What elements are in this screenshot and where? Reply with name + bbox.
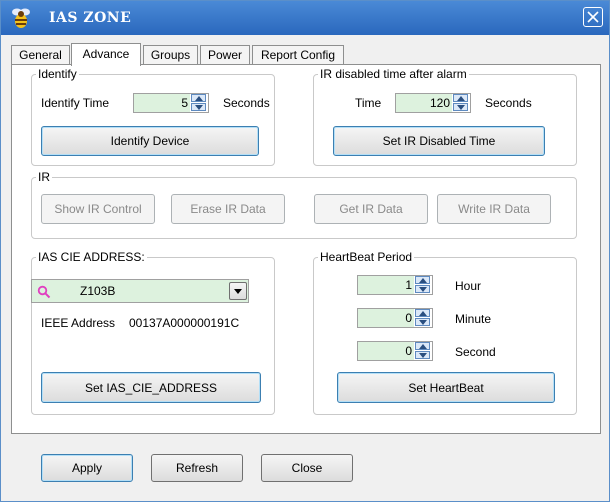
combobox-dropdown-button[interactable]: [229, 282, 247, 300]
chevron-down-icon: [419, 353, 427, 358]
ias-cie-address-legend: IAS CIE ADDRESS:: [36, 250, 147, 264]
chevron-up-icon: [419, 344, 427, 349]
ias-cie-address-value: Z103B: [80, 284, 116, 298]
chevron-up-icon: [419, 311, 427, 316]
tab-groups[interactable]: Groups: [143, 45, 198, 65]
spin-up-arrow[interactable]: [415, 309, 430, 317]
spin-up-arrow[interactable]: [415, 276, 430, 284]
tab-general[interactable]: General: [11, 45, 70, 65]
chevron-down-icon: [419, 287, 427, 292]
heartbeat-minute-label: Minute: [455, 312, 492, 326]
ieee-address-label: IEEE Address: [41, 316, 116, 330]
window: IAS ZONE General Advance Groups Power Re…: [0, 0, 610, 502]
heartbeat-second-value[interactable]: 0: [358, 342, 414, 360]
spin-down-arrow[interactable]: [415, 351, 430, 359]
ir-disabled-time-value[interactable]: 120: [396, 94, 452, 112]
show-ir-control-button[interactable]: Show IR Control: [41, 194, 155, 224]
erase-ir-data-button[interactable]: Erase IR Data: [171, 194, 285, 224]
heartbeat-hour-label: Hour: [455, 279, 482, 293]
close-icon: [587, 11, 599, 23]
heartbeat-period-legend: HeartBeat Period: [318, 250, 415, 264]
window-title: IAS ZONE: [49, 10, 132, 26]
heartbeat-minute-spinner[interactable]: 0: [357, 308, 433, 328]
ir-disabled-units-label: Seconds: [485, 96, 532, 110]
tab-power[interactable]: Power: [200, 45, 250, 65]
bee-icon: [9, 6, 33, 30]
spin-down-arrow[interactable]: [415, 285, 430, 293]
spin-down-arrow[interactable]: [191, 103, 206, 111]
heartbeat-hour-spinner[interactable]: 1: [357, 275, 433, 295]
ieee-address-value: 00137A000000191C: [129, 316, 240, 330]
chevron-up-icon: [419, 278, 427, 283]
ir-disabled-time-spinner[interactable]: 120: [395, 93, 471, 113]
spin-down-arrow[interactable]: [415, 318, 430, 326]
write-ir-data-button[interactable]: Write IR Data: [437, 194, 551, 224]
tab-advance[interactable]: Advance: [71, 43, 141, 66]
identify-time-value[interactable]: 5: [134, 94, 190, 112]
close-dialog-button[interactable]: Close: [261, 454, 353, 482]
refresh-button[interactable]: Refresh: [151, 454, 243, 482]
set-ias-cie-address-button[interactable]: Set IAS_CIE_ADDRESS: [41, 372, 261, 403]
ir-disabled-time-label: Time: [355, 96, 382, 110]
chevron-up-icon: [457, 96, 465, 101]
identify-legend: Identify: [36, 67, 79, 81]
chevron-down-icon: [419, 320, 427, 325]
identify-device-button[interactable]: Identify Device: [41, 126, 259, 156]
identify-time-spinner[interactable]: 5: [133, 93, 209, 113]
chevron-down-icon: [234, 289, 242, 294]
title-bar: IAS ZONE: [1, 1, 609, 35]
apply-button[interactable]: Apply: [41, 454, 133, 482]
heartbeat-second-label: Second: [455, 345, 496, 359]
set-heartbeat-button[interactable]: Set HeartBeat: [337, 372, 555, 403]
identify-time-label: Identify Time: [41, 96, 110, 110]
ir-disabled-legend: IR disabled time after alarm: [318, 67, 469, 81]
spin-down-arrow[interactable]: [453, 103, 468, 111]
chevron-down-icon: [195, 105, 203, 110]
search-icon: [37, 285, 51, 299]
ias-cie-address-combobox[interactable]: Z103B: [31, 279, 249, 303]
heartbeat-minute-value[interactable]: 0: [358, 309, 414, 327]
spin-up-arrow[interactable]: [415, 342, 430, 350]
chevron-down-icon: [457, 105, 465, 110]
close-button[interactable]: [583, 7, 603, 27]
heartbeat-second-spinner[interactable]: 0: [357, 341, 433, 361]
set-ir-disabled-time-button[interactable]: Set IR Disabled Time: [333, 126, 545, 156]
ir-legend: IR: [36, 170, 52, 184]
chevron-up-icon: [195, 96, 203, 101]
heartbeat-hour-value[interactable]: 1: [358, 276, 414, 294]
get-ir-data-button[interactable]: Get IR Data: [314, 194, 428, 224]
identify-units-label: Seconds: [223, 96, 270, 110]
spin-up-arrow[interactable]: [453, 94, 468, 102]
tab-report-config[interactable]: Report Config: [252, 45, 344, 65]
spin-up-arrow[interactable]: [191, 94, 206, 102]
